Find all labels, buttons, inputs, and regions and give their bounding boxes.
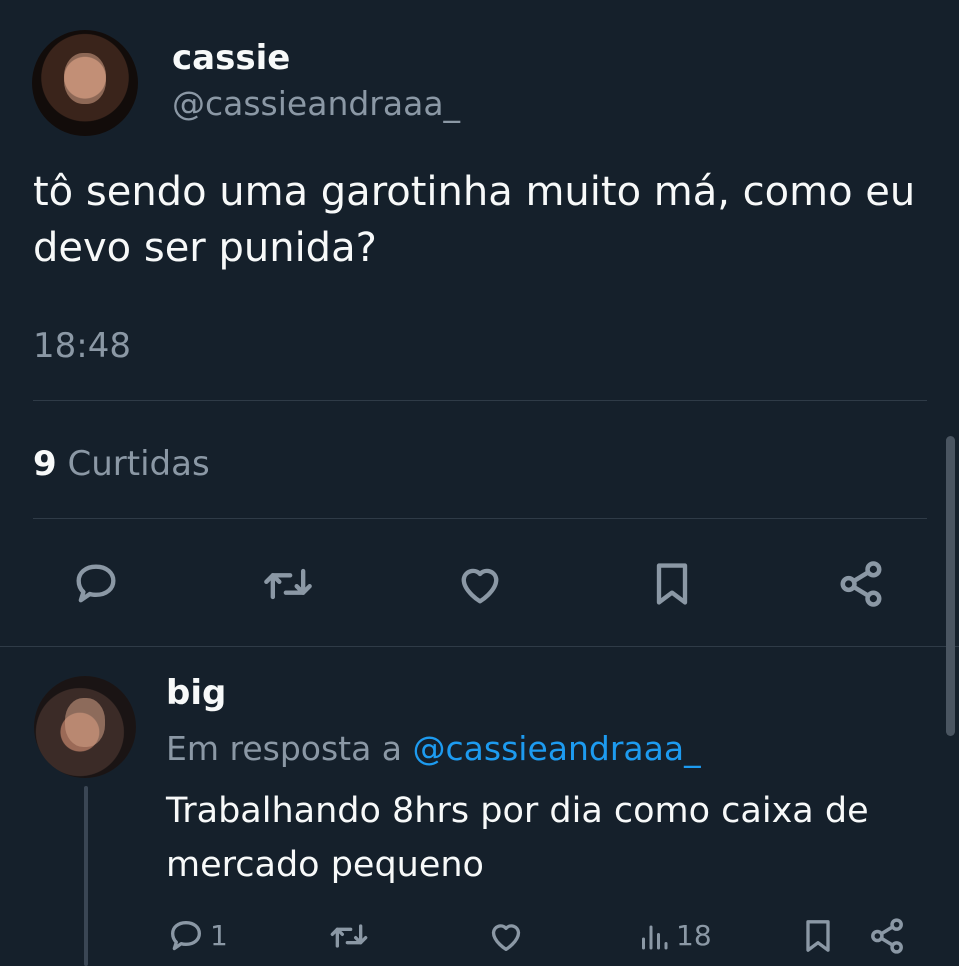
like-button[interactable] bbox=[452, 556, 508, 612]
reply-icon bbox=[76, 564, 116, 603]
share-icon bbox=[871, 918, 903, 954]
share-icon bbox=[840, 561, 882, 607]
author-handle[interactable]: @cassieandraaa_ bbox=[172, 82, 460, 126]
avatar-photo bbox=[63, 53, 107, 105]
reply-context: Em resposta a @cassieandraaa_ bbox=[166, 726, 701, 772]
bookmark-icon bbox=[656, 563, 688, 605]
views-button[interactable]: 18 bbox=[636, 914, 712, 958]
retweet-button[interactable] bbox=[326, 914, 372, 958]
avatar[interactable] bbox=[34, 676, 136, 778]
bookmark-button[interactable] bbox=[796, 914, 840, 958]
likes-count: 9 bbox=[33, 444, 57, 484]
views-count: 18 bbox=[676, 919, 712, 952]
reply-context-prefix: Em resposta a bbox=[166, 729, 413, 768]
bookmark-button[interactable] bbox=[644, 556, 700, 612]
reply-button[interactable] bbox=[68, 556, 124, 612]
retweet-button[interactable] bbox=[258, 556, 318, 612]
tweet-action-bar bbox=[0, 556, 959, 616]
avatar[interactable] bbox=[32, 30, 138, 136]
likes-label: Curtidas bbox=[67, 444, 210, 484]
likes-summary[interactable]: 9 Curtidas bbox=[33, 440, 210, 488]
tweet-timestamp[interactable]: 18:48 bbox=[33, 322, 131, 370]
reply-icon bbox=[171, 921, 201, 951]
retweet-icon bbox=[264, 568, 312, 600]
reply-count: 1 bbox=[210, 919, 228, 952]
tweet-text: tô sendo uma garotinha muito má, como eu… bbox=[33, 169, 916, 271]
avatar-photo bbox=[64, 698, 106, 748]
like-button[interactable] bbox=[484, 914, 528, 958]
reply-author-name[interactable]: big bbox=[166, 670, 226, 716]
divider bbox=[33, 518, 927, 519]
mention-link[interactable]: @cassieandraaa_ bbox=[413, 729, 701, 768]
bookmark-icon bbox=[806, 920, 830, 952]
like-icon bbox=[491, 924, 521, 951]
reply-action-bar: 1 18 bbox=[0, 914, 959, 960]
reply-text: Trabalhando 8hrs por dia como caixa de m… bbox=[166, 791, 869, 885]
share-button[interactable] bbox=[832, 556, 890, 612]
divider bbox=[33, 400, 927, 401]
retweet-icon bbox=[330, 924, 368, 948]
views-icon bbox=[642, 925, 668, 950]
divider bbox=[0, 646, 959, 647]
reply-button[interactable]: 1 bbox=[166, 914, 228, 958]
author-name[interactable]: cassie bbox=[172, 36, 290, 80]
scrollbar-thumb[interactable] bbox=[946, 436, 955, 736]
share-button[interactable] bbox=[864, 914, 910, 958]
like-icon bbox=[461, 568, 499, 604]
